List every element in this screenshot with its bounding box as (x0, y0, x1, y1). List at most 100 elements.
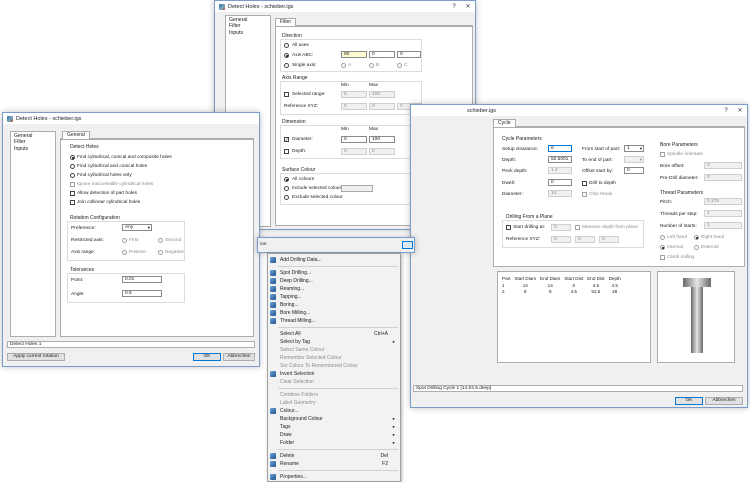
offset-start-input[interactable]: 0 (624, 167, 644, 174)
menu-item[interactable]: Tags ▸ (268, 423, 400, 431)
title-bar[interactable]: Detect Holes - schieber.igs ? ✕ (215, 1, 475, 12)
axis-a-input[interactable]: 90 (341, 51, 367, 58)
axis-abc-radio[interactable] (284, 53, 289, 58)
menu-item[interactable]: Add Drilling Data... (268, 256, 400, 264)
help-icon[interactable]: ? (719, 108, 733, 114)
dwell-input[interactable]: 0 (548, 179, 572, 186)
menu-item[interactable]: Boring... (268, 301, 400, 309)
axis-c-input[interactable]: 0 (397, 51, 421, 58)
preference-dropdown[interactable]: Any ▾ (122, 224, 152, 231)
ignore-inaccessible-checkbox[interactable] (70, 182, 75, 187)
range-max-input[interactable]: 100 (369, 91, 395, 98)
ref-z-input[interactable]: 0 (599, 236, 619, 243)
second-radio[interactable] (158, 238, 163, 243)
tab-general[interactable]: General (62, 131, 90, 139)
menu-item[interactable]: Bore Milling... (268, 309, 400, 317)
menu-item[interactable]: Invert Selection (268, 370, 400, 378)
option-conical-radio[interactable] (70, 164, 75, 169)
table-row[interactable]: 2 8 8 4.5 52.5 48 (500, 288, 623, 294)
menu-item[interactable]: Tapping... (268, 293, 400, 301)
threads-per-step-input[interactable]: 1 (704, 210, 742, 217)
external-radio[interactable] (694, 245, 699, 250)
exclude-colour-radio[interactable] (284, 195, 289, 200)
single-axis-radio[interactable] (284, 63, 289, 68)
title-bar[interactable]: schieber.igs ? ✕ (411, 105, 747, 116)
depth-checkbox[interactable] (284, 149, 289, 154)
menu-item[interactable]: Thread Milling... (268, 317, 400, 325)
single-a-radio[interactable] (341, 63, 346, 68)
tree-item-inputs[interactable]: Inputs (14, 146, 52, 152)
join-collinear-checkbox[interactable] (70, 200, 75, 205)
window-button[interactable] (402, 241, 413, 249)
menu-item[interactable]: Spot Drilling... (268, 269, 400, 277)
selected-range-checkbox[interactable] (284, 92, 289, 97)
single-c-radio[interactable] (397, 63, 402, 68)
pre-drill-input[interactable]: 0 (704, 174, 742, 181)
first-radio[interactable] (122, 238, 127, 243)
cancel-button[interactable]: Abbrechen (223, 353, 255, 361)
menu-item[interactable]: Properties... (268, 473, 400, 481)
menu-item[interactable]: Reaming... (268, 285, 400, 293)
apply-rotation-button[interactable]: Apply current rotation (7, 353, 65, 361)
diameter-min-input[interactable]: 0 (341, 136, 367, 143)
number-of-starts-input[interactable]: 1 (704, 222, 742, 229)
diameter-checkbox[interactable]: ✓ (284, 137, 289, 142)
left-hand-radio[interactable] (660, 235, 665, 240)
measure-depth-checkbox[interactable] (575, 225, 580, 230)
ok-button[interactable]: OK (193, 353, 221, 361)
menu-item[interactable]: Select by Tag ▸ (268, 338, 400, 346)
internal-radio[interactable] (660, 245, 665, 250)
all-colours-radio[interactable] (284, 177, 289, 182)
angle-input[interactable]: 0.5 (122, 290, 162, 297)
ref-x-input[interactable]: 0 (341, 103, 367, 110)
menu-item[interactable]: Rename F2 (268, 460, 400, 468)
chip-break-checkbox[interactable] (582, 192, 587, 197)
diameter-max-input[interactable]: 100 (369, 136, 395, 143)
single-b-radio[interactable] (369, 63, 374, 68)
close-icon[interactable]: ✕ (461, 3, 475, 10)
start-drilling-checkbox[interactable] (506, 225, 511, 230)
menu-item[interactable]: Background Colour ▸ (268, 415, 400, 423)
tab-filter[interactable]: Filter (275, 18, 297, 26)
point-input[interactable]: 0.01 (122, 276, 162, 283)
drill-to-depth-checkbox[interactable] (582, 181, 587, 186)
pitch-input[interactable]: 0.175 (704, 198, 742, 205)
allow-part-holes-checkbox[interactable] (70, 191, 75, 196)
range-min-input[interactable]: 0 (341, 91, 367, 98)
setup-clearance-input[interactable]: 8 (548, 145, 572, 152)
menu-item[interactable]: Select All Ctrl+A (268, 330, 400, 338)
menu-item[interactable]: Folder ▸ (268, 439, 400, 447)
depth-max-input[interactable]: 0 (369, 148, 395, 155)
tree-item-inputs[interactable]: Inputs (229, 30, 267, 36)
ok-button[interactable]: OK (675, 397, 703, 405)
close-icon[interactable]: ✕ (733, 107, 747, 114)
title-bar[interactable]: Detect Holes - schieber.igs (3, 113, 259, 124)
right-hand-radio[interactable] (694, 235, 699, 240)
negative-radio[interactable] (158, 250, 163, 255)
spindle-orientate-checkbox[interactable] (660, 152, 665, 157)
menu-item[interactable]: Delete Del (268, 452, 400, 460)
positive-radio[interactable] (122, 250, 127, 255)
from-start-dropdown[interactable]: 1 ▾ (624, 145, 644, 152)
help-icon[interactable]: ? (447, 4, 461, 10)
menu-item[interactable]: Draw ▸ (268, 431, 400, 439)
ref-y-input[interactable]: 0 (575, 236, 595, 243)
axis-b-input[interactable]: 0 (369, 51, 395, 58)
start-drilling-input[interactable]: 0 (551, 224, 571, 231)
all-axes-radio[interactable] (284, 43, 289, 48)
depth-input[interactable]: 52.5001 (548, 156, 572, 163)
include-colour-radio[interactable] (284, 186, 289, 191)
option-cylindrical-radio[interactable] (70, 173, 75, 178)
tab-cycle[interactable]: Cycle (493, 119, 516, 127)
cancel-button[interactable]: Abbrechen (705, 397, 743, 405)
menu-item[interactable]: Colour... (268, 407, 400, 415)
option-composite-radio[interactable] (70, 155, 75, 160)
bore-offset-input[interactable]: 0 (704, 162, 742, 169)
ref-y-input[interactable]: 0 (369, 103, 395, 110)
colour-swatch[interactable] (341, 185, 373, 192)
peck-depth-input[interactable]: 1.4 (548, 167, 572, 174)
climb-milling-checkbox[interactable] (660, 255, 665, 260)
diameter-input[interactable]: 14 (548, 190, 572, 197)
ref-x-input[interactable]: 0 (551, 236, 571, 243)
to-end-dropdown[interactable]: ▾ (624, 156, 644, 163)
